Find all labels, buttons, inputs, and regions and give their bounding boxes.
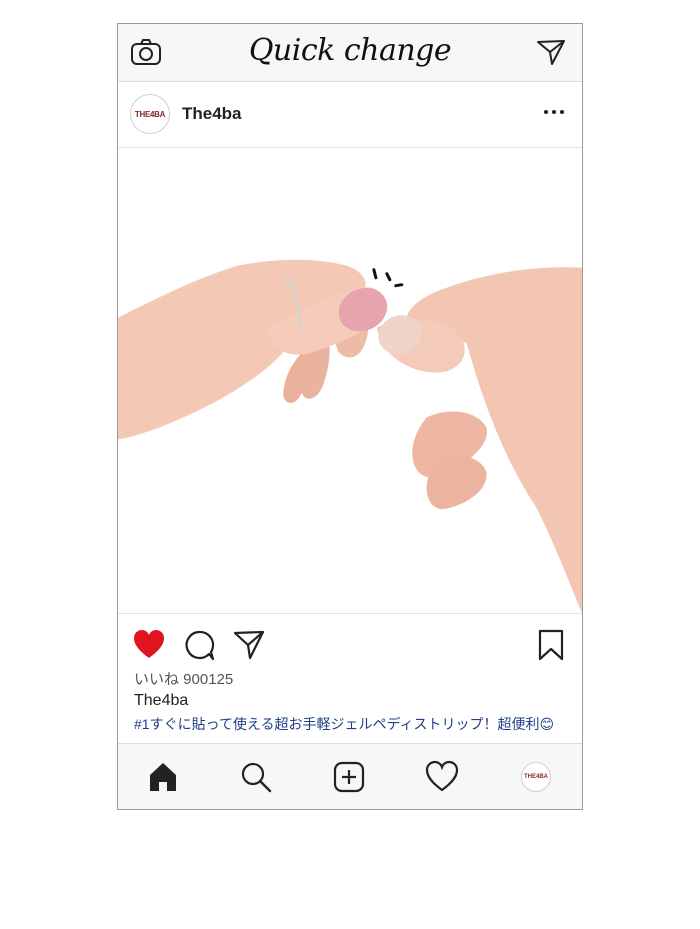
top-bar: Quick change bbox=[118, 24, 582, 82]
bookmark-icon[interactable] bbox=[534, 628, 568, 662]
like-heart-icon[interactable] bbox=[132, 628, 166, 662]
heart-icon[interactable] bbox=[425, 760, 459, 794]
share-icon[interactable] bbox=[232, 628, 266, 662]
app-title: Quick change bbox=[248, 33, 452, 68]
username[interactable]: The4ba bbox=[182, 104, 242, 124]
add-icon[interactable] bbox=[332, 760, 366, 794]
caption-text: #1すぐに貼って使える超お手軽ジェルペディストリップ！超便利😊 bbox=[134, 716, 555, 732]
profile-avatar[interactable]: THE4BA bbox=[521, 762, 551, 792]
post-header: THE4BA The4ba bbox=[118, 82, 582, 148]
caption-username[interactable]: The4ba bbox=[134, 692, 188, 710]
send-icon[interactable] bbox=[536, 38, 566, 66]
more-icon[interactable] bbox=[542, 102, 566, 122]
post-actions bbox=[118, 614, 582, 661]
search-icon[interactable] bbox=[239, 760, 273, 794]
like-count: いいね 900125 bbox=[134, 671, 234, 688]
post-frame: Quick change THE4BA The4ba いいね 900125 Th… bbox=[117, 23, 583, 810]
hands-image bbox=[118, 259, 582, 613]
post-photo[interactable] bbox=[118, 148, 582, 614]
home-icon[interactable] bbox=[146, 760, 180, 794]
avatar[interactable]: THE4BA bbox=[130, 94, 170, 134]
bottom-nav: THE4BA bbox=[118, 743, 582, 809]
comment-icon[interactable] bbox=[182, 628, 216, 662]
